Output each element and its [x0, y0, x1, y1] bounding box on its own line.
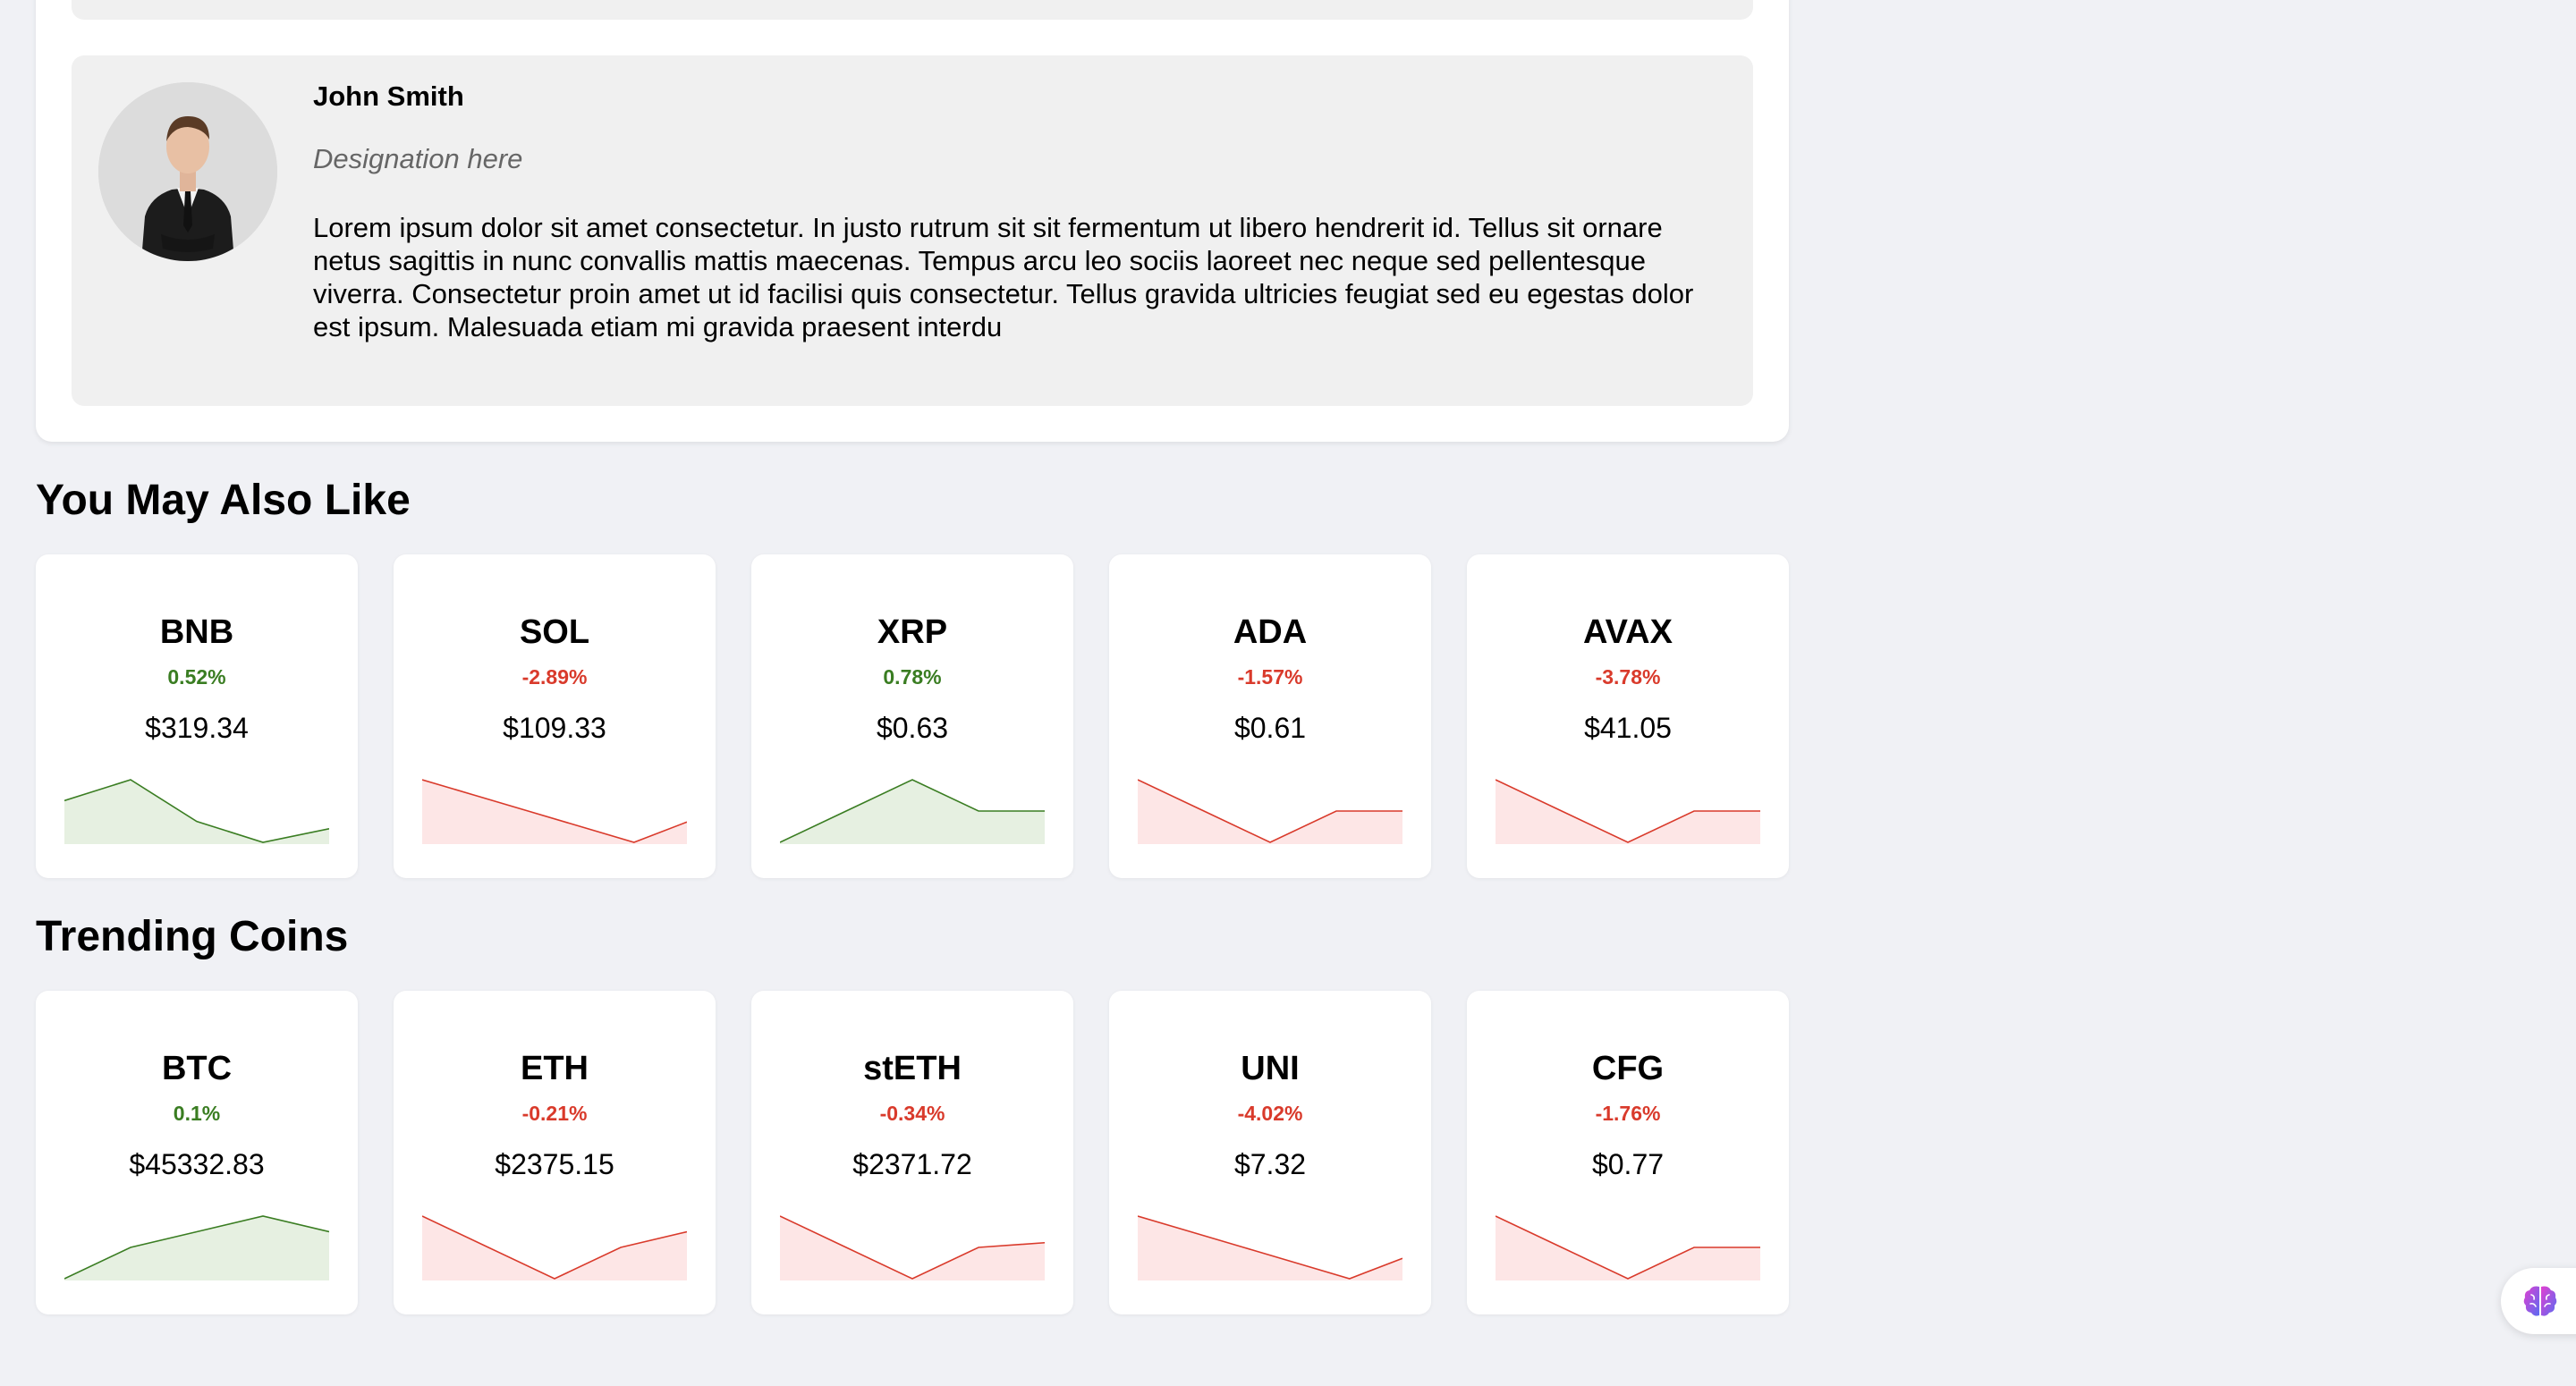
coin-grid-you-may-also-like: BNB 0.52% $319.34 SOL -2.89% $109.33 XRP 0.78% $…	[36, 554, 1789, 878]
author-name: John Smith	[313, 80, 464, 112]
person-in-suit-avatar-icon	[98, 82, 277, 261]
section-title-you-may-also-like: You May Also Like	[36, 477, 411, 524]
sparkline-area	[780, 1216, 1045, 1280]
sparkline-chart	[64, 779, 329, 844]
coin-change-percent: -3.78%	[1595, 665, 1661, 689]
coin-symbol: ETH	[521, 1050, 589, 1087]
sparkline-chart	[1138, 1215, 1402, 1280]
coin-change-percent: -2.89%	[521, 665, 588, 689]
sparkline-area	[1496, 1216, 1760, 1280]
sparkline-chart	[780, 779, 1045, 844]
avatar	[98, 82, 277, 261]
coin-symbol: BNB	[159, 613, 234, 651]
coin-change-percent: 0.52%	[167, 665, 226, 689]
coin-card-btc[interactable]: BTC 0.1% $45332.83	[36, 991, 358, 1314]
coin-symbol: ADA	[1233, 613, 1308, 651]
sparkline-chart	[422, 779, 687, 844]
coin-price: $45332.83	[129, 1148, 265, 1180]
coin-symbol: stETH	[863, 1050, 962, 1087]
sparkline-chart	[1496, 779, 1760, 844]
sparkline-area	[1138, 780, 1402, 844]
coin-symbol: AVAX	[1583, 613, 1673, 651]
coin-price: $0.77	[1591, 1148, 1665, 1180]
section-title-trending-coins: Trending Coins	[36, 913, 349, 960]
coin-symbol: UNI	[1241, 1050, 1300, 1087]
coin-price: $319.34	[145, 712, 249, 744]
coin-change-percent: 0.78%	[883, 665, 942, 689]
brain-icon	[2523, 1286, 2557, 1316]
sparkline-area	[64, 780, 329, 844]
coin-price: $7.32	[1233, 1148, 1307, 1180]
coin-grid-trending-coins: BTC 0.1% $45332.83 ETH -0.21% $2375.15 stETH -0…	[36, 991, 1789, 1314]
coin-card-xrp[interactable]: XRP 0.78% $0.63	[751, 554, 1073, 878]
previous-content-block	[72, 0, 1753, 20]
coin-price: $0.63	[876, 712, 949, 744]
coin-card-uni[interactable]: UNI -4.02% $7.32	[1109, 991, 1431, 1314]
sparkline-area	[64, 1216, 329, 1280]
author-card: John Smith Designation here Lorem ipsum …	[72, 55, 1753, 406]
coin-symbol: XRP	[877, 613, 948, 651]
author-bio: Lorem ipsum dolor sit amet consectetur. …	[313, 212, 1694, 342]
sparkline-area	[1496, 780, 1760, 844]
coin-price: $109.33	[503, 712, 606, 744]
coin-change-percent: -0.21%	[521, 1102, 588, 1125]
sparkline-area	[780, 780, 1045, 844]
coin-price: $41.05	[1584, 712, 1672, 744]
coin-change-percent: -0.34%	[879, 1102, 945, 1125]
assistant-floating-button[interactable]	[2501, 1268, 2576, 1334]
coin-change-percent: -4.02%	[1237, 1102, 1303, 1125]
coin-change-percent: -1.76%	[1595, 1102, 1661, 1125]
sparkline-chart	[1138, 779, 1402, 844]
author-panel: John Smith Designation here Lorem ipsum …	[36, 0, 1789, 442]
coin-price: $2375.15	[495, 1148, 614, 1180]
coin-price: $2371.72	[852, 1148, 972, 1180]
page: John Smith Designation here Lorem ipsum …	[0, 0, 2576, 1386]
coin-change-percent: 0.1%	[173, 1102, 221, 1125]
coin-card-steth[interactable]: stETH -0.34% $2371.72	[751, 991, 1073, 1314]
coin-card-eth[interactable]: ETH -0.21% $2375.15	[394, 991, 716, 1314]
coin-card-avax[interactable]: AVAX -3.78% $41.05	[1467, 554, 1789, 878]
coin-symbol: CFG	[1591, 1050, 1665, 1087]
sparkline-chart	[780, 1215, 1045, 1280]
coin-card-cfg[interactable]: CFG -1.76% $0.77	[1467, 991, 1789, 1314]
sparkline-area	[1138, 1216, 1402, 1280]
author-designation: Designation here	[313, 143, 523, 174]
coin-price: $0.61	[1233, 712, 1307, 744]
coin-change-percent: -1.57%	[1237, 665, 1303, 689]
coin-symbol: SOL	[519, 613, 590, 651]
sparkline-chart	[1496, 1215, 1760, 1280]
coin-symbol: BTC	[161, 1050, 233, 1087]
sparkline-chart	[64, 1215, 329, 1280]
sparkline-chart	[422, 1215, 687, 1280]
coin-card-ada[interactable]: ADA -1.57% $0.61	[1109, 554, 1431, 878]
coin-card-sol[interactable]: SOL -2.89% $109.33	[394, 554, 716, 878]
sparkline-area	[422, 1216, 687, 1280]
sparkline-area	[422, 780, 687, 844]
coin-card-bnb[interactable]: BNB 0.52% $319.34	[36, 554, 358, 878]
